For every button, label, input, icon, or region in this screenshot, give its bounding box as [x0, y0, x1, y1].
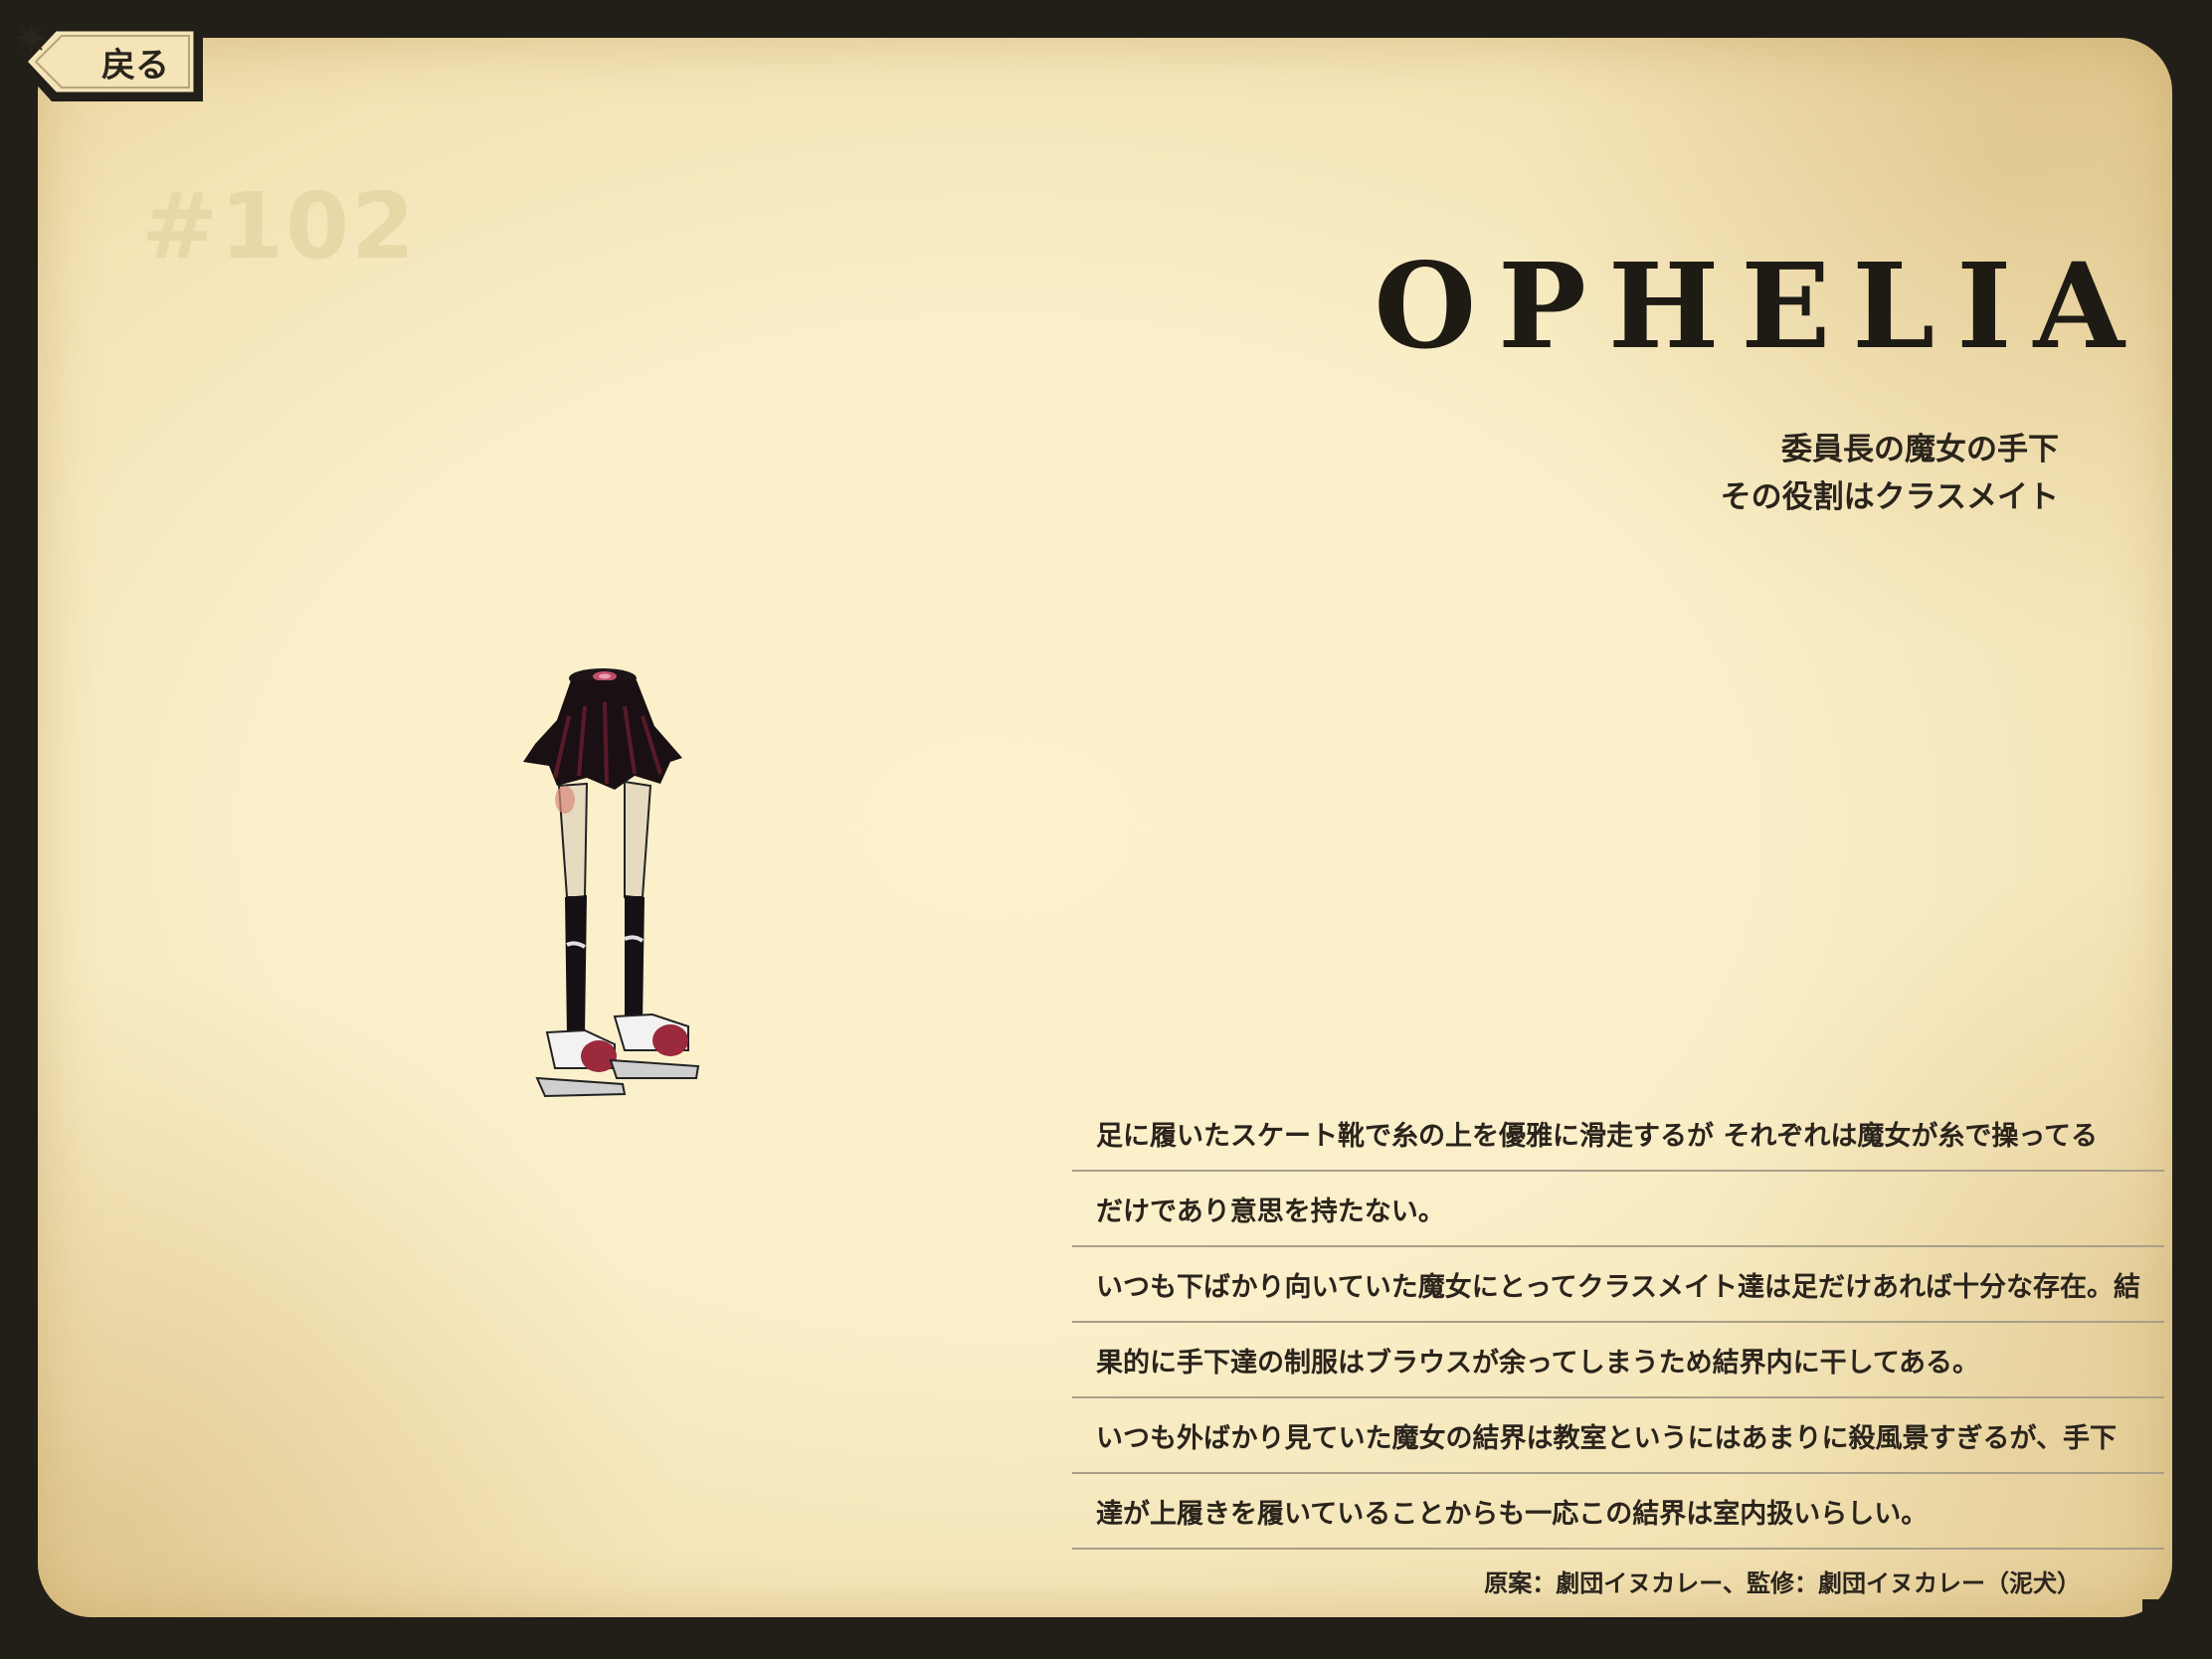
description-line: いつも外ばかり見ていた魔女の結界は教室というにはあまりに殺風景すぎるが、手下: [1072, 1398, 2164, 1474]
credit-text: 原案：劇団イヌカレー、監修：劇団イヌカレー（泥犬）: [1484, 1569, 2081, 1597]
entry-title: OPHELIA: [1374, 237, 2146, 376]
entry-subtitle: 委員長の魔女の手下 その役割はクラスメイト: [1721, 426, 2059, 521]
familiar-illustration: [523, 668, 700, 1098]
entry-number: #102: [141, 173, 418, 279]
description-line: だけであり意思を持たない。: [1072, 1172, 2164, 1247]
description-line: 果的に手下達の制服はブラウスが余ってしまうため結界内に干してある。: [1072, 1323, 2164, 1398]
entry-title-text: OPHELIA: [1374, 237, 2146, 375]
description-line: いつも下ばかり向いていた魔女にとってクラスメイト達は足だけあれば十分な存在。結: [1072, 1247, 2164, 1323]
back-button[interactable]: 戻る: [12, 18, 207, 105]
back-button-label: 戻る: [101, 46, 169, 86]
description-line: 足に履いたスケート靴で糸の上を優雅に滑走するが それぞれは魔女が糸で操ってる: [1072, 1096, 2164, 1172]
description: 足に履いたスケート靴で糸の上を優雅に滑走するが それぞれは魔女が糸で操ってる だ…: [1072, 1096, 2164, 1550]
bestiary-page: #102 OPHELIA 委員長の魔女の手下 その役割はクラスメイト 足に履いた…: [38, 38, 2172, 1617]
subtitle-line: その役割はクラスメイト: [1720, 479, 2059, 515]
page-corner: [2142, 1599, 2174, 1631]
description-line: 達が上履きを履いていることからも一応この結界は室内扱いらしい。: [1072, 1474, 2164, 1550]
subtitle-line: 委員長の魔女の手下: [1781, 432, 2059, 467]
sparkle-icon: [14, 20, 48, 56]
